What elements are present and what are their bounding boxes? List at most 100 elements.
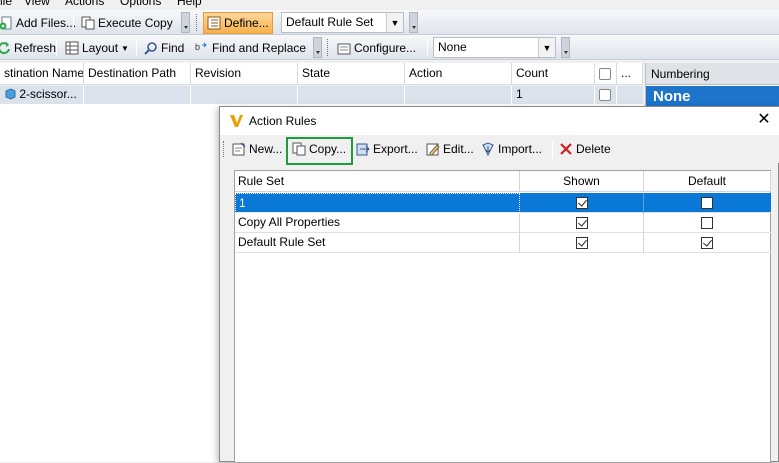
dialog-title-bar[interactable]: Action Rules ✕: [220, 107, 779, 135]
column-destination-path[interactable]: Destination Path: [84, 63, 191, 85]
new-rule-icon: [232, 142, 246, 156]
shown-cell: [520, 213, 644, 233]
toolbar-separator: [552, 141, 553, 158]
execute-copy-button[interactable]: Execute Copy: [78, 13, 176, 33]
layout-button[interactable]: Layout ▼: [62, 38, 132, 58]
cell-destination-name: 2-scissor...: [0, 86, 84, 104]
select-all-checkbox[interactable]: [599, 68, 611, 80]
menu-help[interactable]: Help: [177, 0, 202, 8]
menu-actions[interactable]: Actions: [65, 0, 104, 8]
numbering-scheme-value: None: [438, 40, 467, 54]
delete-button[interactable]: Delete: [557, 139, 613, 159]
add-files-label: Add Files...: [16, 16, 77, 30]
find-button[interactable]: Find: [141, 38, 187, 58]
default-checkbox[interactable]: [701, 197, 713, 209]
refresh-button[interactable]: Refresh: [0, 38, 59, 58]
row-name: 2-scissor...: [19, 87, 77, 101]
toolbar-overflow-grip-4[interactable]: [561, 37, 570, 58]
svg-text:b: b: [195, 42, 200, 52]
execute-copy-label: Execute Copy: [98, 16, 173, 30]
default-checkbox[interactable]: [701, 217, 713, 229]
column-state[interactable]: State: [298, 63, 405, 85]
find-replace-icon: b: [195, 41, 209, 55]
configure-label: Configure...: [354, 41, 417, 55]
cell-action: [405, 86, 512, 104]
table-row[interactable]: Copy All Properties: [235, 213, 771, 233]
shown-cell: [520, 233, 644, 253]
menu-bar: ile View Actions Options Help: [0, 0, 779, 8]
column-count[interactable]: Count: [512, 63, 595, 85]
define-button[interactable]: Define...: [203, 12, 273, 34]
grid-header: stination Name Destination Path Revision…: [0, 63, 643, 85]
default-checkbox[interactable]: [701, 237, 713, 249]
shown-checkbox[interactable]: [576, 237, 588, 249]
rules-table: Rule Set Shown Default 1 Copy All Proper…: [234, 170, 771, 463]
execute-copy-icon: [81, 16, 95, 30]
import-label: Import...: [498, 142, 543, 156]
edit-button[interactable]: Edit...: [424, 139, 476, 159]
column-rule-set[interactable]: Rule Set: [235, 171, 520, 192]
action-rules-dialog: Action Rules ✕ New... Copy... Export...: [219, 106, 779, 463]
column-shown[interactable]: Shown: [520, 171, 644, 192]
search-icon: [144, 41, 158, 55]
shown-checkbox[interactable]: [576, 197, 588, 209]
menu-options[interactable]: Options: [120, 0, 161, 8]
numbering-header: Numbering: [646, 63, 779, 85]
new-button[interactable]: New...: [230, 139, 284, 159]
close-icon[interactable]: ✕: [754, 111, 774, 131]
menu-view[interactable]: View: [24, 0, 50, 8]
delete-x-icon: [559, 142, 573, 156]
dropdown-arrow-icon: ▼: [121, 43, 129, 53]
toolbar-separator: [73, 14, 74, 31]
table-row[interactable]: 2-scissor... 1: [0, 86, 643, 104]
cell-select: [595, 86, 617, 104]
rule-set-value: Default Rule Set: [286, 15, 374, 29]
column-revision[interactable]: Revision: [191, 63, 298, 85]
find-replace-button[interactable]: b Find and Replace: [192, 38, 309, 58]
define-label: Define...: [224, 16, 269, 30]
column-more[interactable]: ...: [617, 63, 643, 85]
copy-button-highlight: [286, 137, 353, 165]
row-checkbox[interactable]: [599, 89, 611, 101]
delete-label: Delete: [576, 142, 611, 156]
configure-button[interactable]: Configure...: [334, 38, 419, 58]
layout-grid-icon: [65, 41, 79, 55]
export-button[interactable]: Export...: [354, 139, 420, 159]
numbering-scheme-dropdown[interactable]: None ▼: [433, 37, 556, 58]
rule-set-dropdown[interactable]: Default Rule Set ▼: [281, 12, 404, 33]
toolbar-overflow-grip[interactable]: [181, 12, 190, 33]
toolbar-separator: [427, 39, 428, 56]
add-files-icon: [0, 16, 13, 30]
part-icon: [4, 88, 16, 100]
toolbar-overflow-grip-3[interactable]: [313, 37, 322, 58]
list-icon: [207, 16, 221, 30]
toolbar-separator: [56, 39, 57, 56]
new-label: New...: [249, 142, 283, 156]
table-row[interactable]: Default Rule Set: [235, 233, 771, 253]
layout-label: Layout: [82, 41, 119, 55]
chevron-down-icon[interactable]: ▼: [386, 13, 403, 32]
chevron-down-icon[interactable]: ▼: [538, 38, 555, 57]
column-select-all[interactable]: [595, 63, 617, 85]
menu-file[interactable]: ile: [0, 0, 12, 8]
add-files-button[interactable]: Add Files...: [0, 13, 79, 33]
edit-icon: [426, 142, 440, 156]
toolbar-drag-handle[interactable]: [196, 14, 199, 31]
numbering-value[interactable]: None: [646, 86, 779, 108]
column-destination-name[interactable]: stination Name: [0, 63, 84, 85]
rule-set-name: Copy All Properties: [235, 213, 520, 233]
toolbar-drag-handle[interactable]: [223, 141, 225, 157]
main-toolbar: Add Files... Execute Copy Define... Defa…: [0, 10, 779, 35]
toolbar-overflow-grip-2[interactable]: [409, 12, 418, 33]
import-button[interactable]: Import...: [479, 139, 544, 159]
find-label: Find: [161, 41, 185, 55]
column-default[interactable]: Default: [644, 171, 771, 192]
rule-set-name: 1: [235, 193, 520, 213]
dialog-title: Action Rules: [249, 114, 317, 128]
toolbar-drag-handle[interactable]: [327, 39, 330, 56]
column-action[interactable]: Action: [405, 63, 512, 85]
table-row[interactable]: 1: [235, 193, 771, 213]
import-icon: [481, 142, 495, 157]
shown-checkbox[interactable]: [576, 217, 588, 229]
cell-state: [298, 86, 405, 104]
